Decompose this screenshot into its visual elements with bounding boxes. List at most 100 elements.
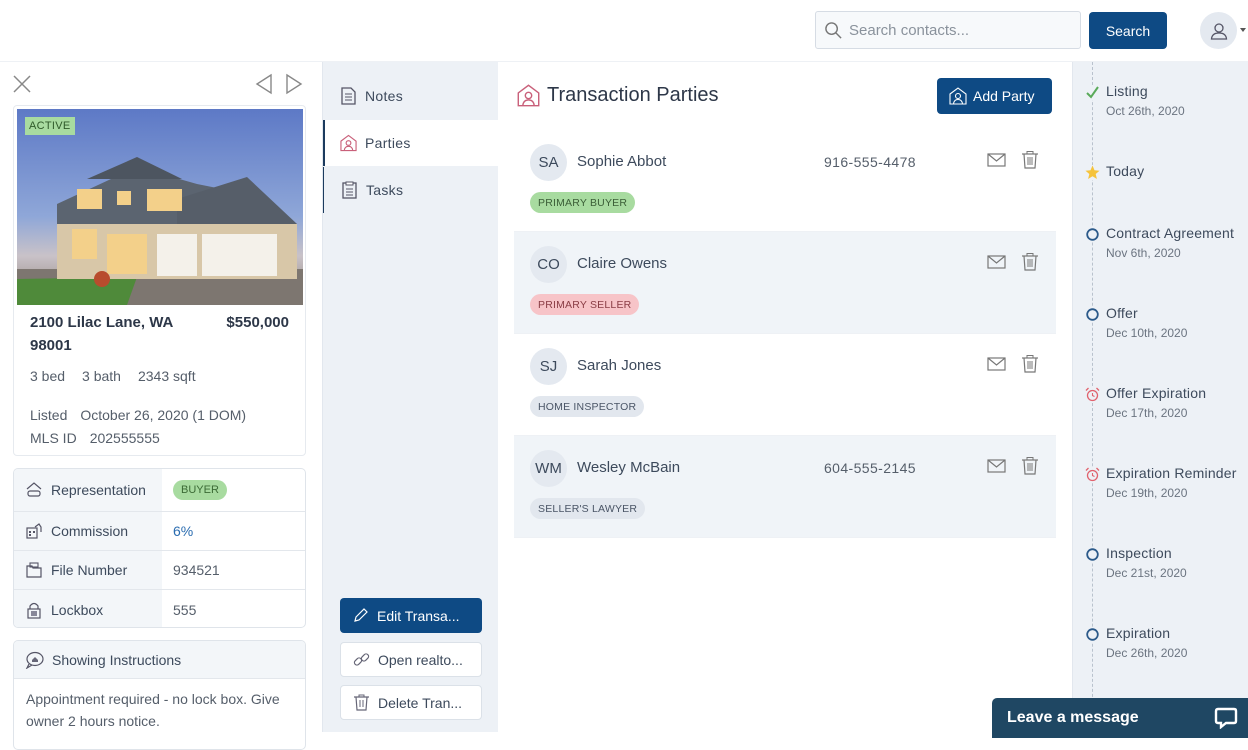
detail-row-representation: Representation BUYER	[14, 469, 305, 512]
search-input[interactable]	[849, 21, 1069, 39]
mls-label: MLS ID	[30, 430, 77, 446]
previous-arrow-icon[interactable]	[254, 73, 274, 95]
caret-down-icon[interactable]	[1240, 28, 1246, 32]
house-handshake-icon	[26, 482, 42, 497]
leave-message-label: Leave a message	[1007, 709, 1139, 726]
circle-icon	[1085, 547, 1100, 562]
tab-tasks[interactable]: Tasks	[323, 167, 499, 213]
page-title: Transaction Parties	[517, 84, 719, 107]
timeline-item-date: Dec 19th, 2020	[1106, 486, 1188, 500]
tab-parties[interactable]: Parties	[323, 120, 499, 166]
pencil-icon	[354, 608, 368, 622]
detail-row-commission: Commission 6%	[14, 512, 305, 551]
star-icon	[1085, 165, 1100, 180]
listed-label: Listed	[30, 407, 68, 423]
user-menu-button[interactable]	[1200, 12, 1237, 49]
email-icon[interactable]	[987, 254, 1006, 270]
timeline-item-title: Inspection	[1106, 545, 1172, 561]
top-bar: Search	[0, 0, 1248, 62]
delete-party-icon[interactable]	[1021, 252, 1039, 271]
avatar[interactable]: WM	[530, 450, 567, 487]
party-row: WM Wesley McBain 604-555-2145 SELLER'S LAWY…	[514, 436, 1056, 538]
role-badge: PRIMARY SELLER	[530, 294, 640, 315]
delete-transaction-label: Delete Tran...	[378, 694, 463, 711]
alarm-clock-icon	[1085, 387, 1100, 402]
party-list: SA Sophie Abbot 916-555-4478 PRIMARY BUYER C…	[514, 130, 1056, 538]
file-number-value: 934521	[173, 562, 220, 578]
transaction-details: Representation BUYER Commission 6% File …	[13, 468, 306, 628]
party-row: CO Claire Owens PRIMARY SELLER	[514, 232, 1056, 334]
tab-label: Parties	[365, 135, 411, 151]
timeline-item-title: Listing	[1106, 83, 1148, 99]
alarm-clock-icon	[1085, 467, 1100, 482]
tab-label: Tasks	[366, 182, 404, 198]
property-address: 2100 Lilac Lane, WA 98001	[30, 314, 173, 354]
detail-row-lockbox: Lockbox 555	[14, 590, 305, 627]
timeline-item-date: Nov 6th, 2020	[1106, 246, 1181, 260]
timeline-item-title: Today	[1106, 163, 1145, 179]
avatar[interactable]: SJ	[530, 348, 567, 385]
timeline-item-date: Dec 17th, 2020	[1106, 406, 1188, 420]
speech-house-icon	[25, 651, 44, 669]
property-specs: 3 bed 3 bath 2343 sqft	[30, 368, 196, 384]
email-icon[interactable]	[987, 356, 1006, 372]
lockbox-icon	[27, 602, 41, 619]
tab-notes[interactable]: Notes	[323, 73, 499, 119]
edit-transaction-label: Edit Transa...	[377, 607, 460, 624]
timeline-item-title: Expiration	[1106, 625, 1171, 641]
timeline-item-title: Expiration Reminder	[1106, 465, 1237, 481]
representation-badge: BUYER	[173, 480, 227, 500]
folder-icon	[26, 562, 42, 578]
search-button[interactable]: Search	[1089, 12, 1167, 49]
timeline-item-title: Offer Expiration	[1106, 385, 1207, 401]
property-photo: ACTIVE	[17, 109, 303, 305]
timeline-item-date: Dec 26th, 2020	[1106, 646, 1188, 660]
mls-value: 202555555	[89, 430, 160, 446]
timeline-item-title: Offer	[1106, 305, 1138, 321]
email-icon[interactable]	[987, 458, 1006, 474]
party-name[interactable]: Claire Owens	[577, 255, 667, 272]
delete-transaction-button[interactable]: Delete Tran...	[340, 685, 482, 720]
search-icon	[825, 21, 842, 39]
avatar[interactable]: CO	[530, 246, 567, 283]
trash-icon	[354, 694, 369, 711]
commission-value[interactable]: 6%	[162, 512, 305, 550]
user-icon	[1210, 22, 1227, 40]
next-arrow-icon[interactable]	[284, 73, 304, 95]
timeline-item-date: Dec 21st, 2020	[1106, 566, 1187, 580]
showing-instructions-header: Showing Instructions	[14, 641, 305, 679]
party-name[interactable]: Wesley McBain	[577, 459, 680, 476]
party-name[interactable]: Sophie Abbot	[577, 153, 666, 170]
search-field[interactable]	[815, 11, 1081, 49]
party-row: SA Sophie Abbot 916-555-4478 PRIMARY BUYER	[514, 130, 1056, 232]
email-icon[interactable]	[987, 152, 1006, 168]
property-card: ACTIVE 2100 Lilac Lane, WA 98001 $550,00…	[13, 105, 306, 456]
timeline: Listing Oct 26th, 2020 Today Contract Agree…	[1072, 62, 1248, 732]
sqft: 2343 sqft	[137, 368, 196, 384]
delete-party-icon[interactable]	[1021, 456, 1039, 475]
close-icon[interactable]	[12, 74, 32, 94]
listed-value: October 26, 2020 (1 DOM)	[80, 407, 247, 423]
delete-party-icon[interactable]	[1021, 354, 1039, 373]
detail-label: Lockbox	[14, 590, 162, 627]
leave-message-button[interactable]: Leave a message	[992, 698, 1248, 738]
edit-transaction-button[interactable]: Edit Transa...	[340, 598, 482, 633]
avatar[interactable]: SA	[530, 144, 567, 181]
parties-icon	[949, 87, 967, 105]
detail-label-text: Representation	[51, 482, 146, 498]
detail-label: File Number	[14, 551, 162, 589]
property-price: $550,000	[226, 314, 289, 331]
timeline-item-date: Dec 10th, 2020	[1106, 326, 1188, 340]
circle-icon	[1085, 627, 1100, 642]
delete-party-icon[interactable]	[1021, 150, 1039, 169]
add-party-button[interactable]: Add Party	[937, 78, 1052, 114]
open-realtor-button[interactable]: Open realto...	[340, 642, 482, 677]
tasks-icon	[342, 181, 357, 199]
baths: 3 bath	[82, 368, 121, 384]
party-name[interactable]: Sarah Jones	[577, 357, 661, 374]
section-nav: Notes Parties Tasks Edit Transa... Open …	[322, 62, 499, 732]
detail-label-text: File Number	[51, 562, 128, 578]
building-dollar-icon	[26, 523, 42, 539]
party-row: SJ Sarah Jones HOME INSPECTOR	[514, 334, 1056, 436]
parties-icon	[340, 134, 357, 152]
